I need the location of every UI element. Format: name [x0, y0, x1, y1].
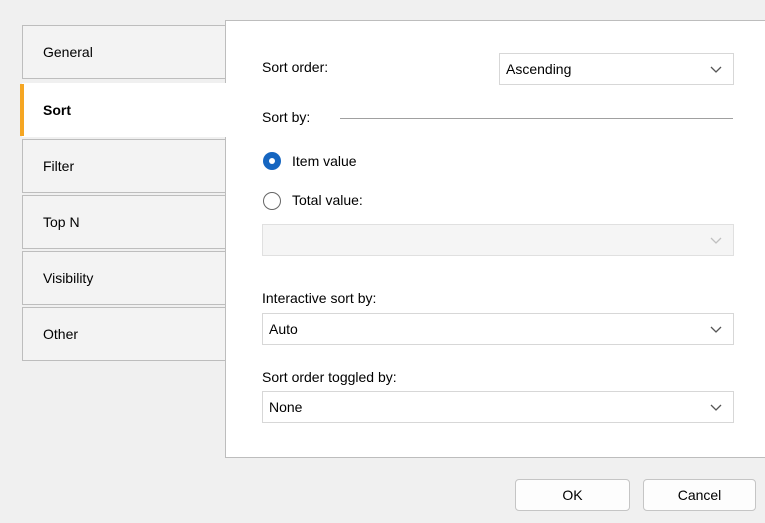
- cancel-button[interactable]: Cancel: [643, 479, 756, 511]
- sort-by-label: Sort by:: [262, 109, 311, 125]
- interactive-sort-label: Interactive sort by:: [262, 290, 377, 306]
- tab-sort-label: Sort: [43, 102, 71, 118]
- sort-order-toggled-select[interactable]: None: [262, 391, 734, 423]
- tab-general[interactable]: General: [22, 25, 226, 79]
- chevron-down-icon: [710, 326, 722, 333]
- chevron-down-icon: [710, 66, 722, 73]
- tab-filter-label: Filter: [43, 158, 75, 174]
- total-value-label: Total value:: [292, 192, 363, 208]
- tab-filter[interactable]: Filter: [22, 139, 226, 193]
- interactive-sort-select[interactable]: Auto: [262, 313, 734, 345]
- tab-sort[interactable]: Sort: [20, 83, 226, 137]
- tab-top-n-label: Top N: [43, 214, 80, 230]
- sort-order-toggled-value: None: [269, 399, 303, 415]
- interactive-sort-value: Auto: [269, 321, 298, 337]
- sort-order-toggled-label: Sort order toggled by:: [262, 369, 397, 385]
- tab-other-label: Other: [43, 326, 79, 342]
- tab-general-label: General: [43, 44, 93, 60]
- sort-by-separator: [340, 118, 733, 119]
- tab-visibility[interactable]: Visibility: [22, 251, 226, 305]
- sort-order-value: Ascending: [506, 61, 572, 77]
- item-value-radio[interactable]: [263, 152, 281, 170]
- chevron-down-icon: [710, 237, 722, 244]
- tab-other[interactable]: Other: [22, 307, 226, 361]
- chevron-down-icon: [710, 404, 722, 411]
- item-value-label: Item value: [292, 153, 357, 169]
- cancel-button-label: Cancel: [677, 487, 722, 503]
- tab-top-n[interactable]: Top N: [22, 195, 226, 249]
- sort-settings-panel: Sort order: Ascending Sort by: Item valu…: [225, 20, 765, 458]
- ok-button[interactable]: OK: [515, 479, 630, 511]
- sort-order-label: Sort order:: [262, 59, 329, 75]
- ok-button-label: OK: [562, 487, 583, 503]
- active-tab-indicator: [20, 84, 24, 136]
- tab-visibility-label: Visibility: [43, 270, 94, 286]
- sort-order-select[interactable]: Ascending: [499, 53, 734, 85]
- total-value-select[interactable]: [262, 224, 734, 256]
- total-value-radio[interactable]: [263, 192, 281, 210]
